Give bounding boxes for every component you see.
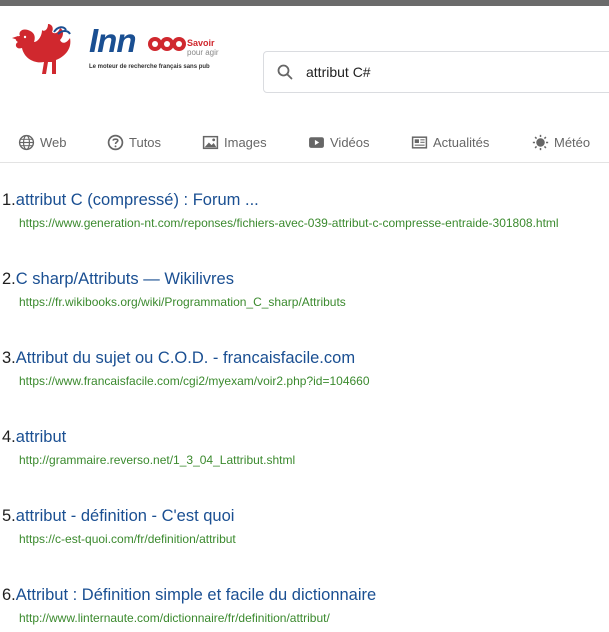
result-url[interactable]: https://fr.wikibooks.org/wiki/Programmat… bbox=[19, 295, 607, 309]
result-title-link[interactable]: Attribut du sujet ou C.O.D. - francaisfa… bbox=[16, 349, 355, 367]
result-title: 1.attribut C (compressé) : Forum ... bbox=[2, 190, 607, 210]
tab-label: Images bbox=[224, 134, 267, 150]
result-url[interactable]: https://c-est-quoi.com/fr/definition/att… bbox=[19, 532, 607, 546]
rooster-logo-icon[interactable] bbox=[8, 22, 74, 76]
logo-pour-agir-text: pour agir bbox=[187, 48, 219, 57]
result-title-link[interactable]: attribut - définition - C'est quoi bbox=[16, 507, 235, 525]
tab-meteo[interactable]: Météo bbox=[532, 132, 590, 152]
search-result: 5.attribut - définition - C'est quoi htt… bbox=[2, 506, 607, 546]
search-tabs: Web Tutos Images Vidéos Actualités Météo bbox=[0, 128, 609, 163]
result-title-link[interactable]: Attribut : Définition simple et facile d… bbox=[16, 586, 376, 604]
search-icon[interactable] bbox=[277, 64, 293, 80]
result-number: 3. bbox=[2, 349, 16, 367]
search-result: 4.attribut http://grammaire.reverso.net/… bbox=[2, 427, 607, 467]
sun-icon bbox=[532, 134, 549, 150]
result-number: 2. bbox=[2, 270, 16, 288]
result-url[interactable]: http://grammaire.reverso.net/1_3_04_Latt… bbox=[19, 453, 607, 467]
result-title-link[interactable]: attribut bbox=[16, 428, 66, 446]
tab-images[interactable]: Images bbox=[202, 132, 267, 152]
tab-label: Web bbox=[40, 134, 67, 150]
image-icon bbox=[202, 135, 219, 149]
result-title: 4.attribut bbox=[2, 427, 607, 447]
result-number: 6. bbox=[2, 586, 16, 604]
logo-savoir-text: Savoir bbox=[187, 38, 215, 48]
video-play-icon bbox=[309, 136, 324, 148]
top-bar bbox=[0, 0, 609, 6]
tab-videos[interactable]: Vidéos bbox=[308, 132, 370, 152]
search-result: 1.attribut C (compressé) : Forum ... htt… bbox=[2, 190, 607, 230]
result-title-link[interactable]: C sharp/Attributs — Wikilivres bbox=[16, 270, 234, 288]
result-number: 1. bbox=[2, 191, 16, 209]
logo-wordmark: Inn bbox=[89, 22, 136, 59]
globe-icon bbox=[18, 134, 35, 150]
question-circle-icon bbox=[107, 134, 124, 150]
tab-tutos[interactable]: Tutos bbox=[107, 132, 161, 152]
tab-web[interactable]: Web bbox=[18, 132, 67, 152]
result-url[interactable]: https://www.generation-nt.com/reponses/f… bbox=[19, 216, 607, 230]
result-title-link[interactable]: attribut C (compressé) : Forum ... bbox=[16, 191, 259, 209]
newspaper-icon bbox=[411, 135, 428, 149]
search-result: 3.Attribut du sujet ou C.O.D. - francais… bbox=[2, 348, 607, 388]
logo-tagline: Le moteur de recherche français sans pub bbox=[89, 64, 210, 70]
tab-label: Actualités bbox=[433, 134, 490, 150]
result-title: 3.Attribut du sujet ou C.O.D. - francais… bbox=[2, 348, 607, 368]
tab-label: Vidéos bbox=[330, 134, 370, 150]
search-input[interactable] bbox=[306, 62, 596, 82]
innooo-logo[interactable]: Inn Savoir pour agir Le moteur de recher… bbox=[89, 22, 229, 74]
tab-actualites[interactable]: Actualités bbox=[411, 132, 489, 152]
result-number: 5. bbox=[2, 507, 16, 525]
result-url[interactable]: https://www.francaisfacile.com/cgi2/myex… bbox=[19, 374, 607, 388]
result-title: 5.attribut - définition - C'est quoi bbox=[2, 506, 607, 526]
result-number: 4. bbox=[2, 428, 16, 446]
result-url[interactable]: http://www.linternaute.com/dictionnaire/… bbox=[19, 611, 607, 625]
search-result: 2.C sharp/Attributs — Wikilivres https:/… bbox=[2, 269, 607, 309]
search-result: 6.Attribut : Définition simple et facile… bbox=[2, 585, 607, 625]
result-title: 6.Attribut : Définition simple et facile… bbox=[2, 585, 607, 605]
result-title: 2.C sharp/Attributs — Wikilivres bbox=[2, 269, 607, 289]
logo-ooo-icon bbox=[148, 37, 186, 51]
tab-label: Météo bbox=[554, 134, 591, 150]
tab-label: Tutos bbox=[129, 134, 162, 150]
